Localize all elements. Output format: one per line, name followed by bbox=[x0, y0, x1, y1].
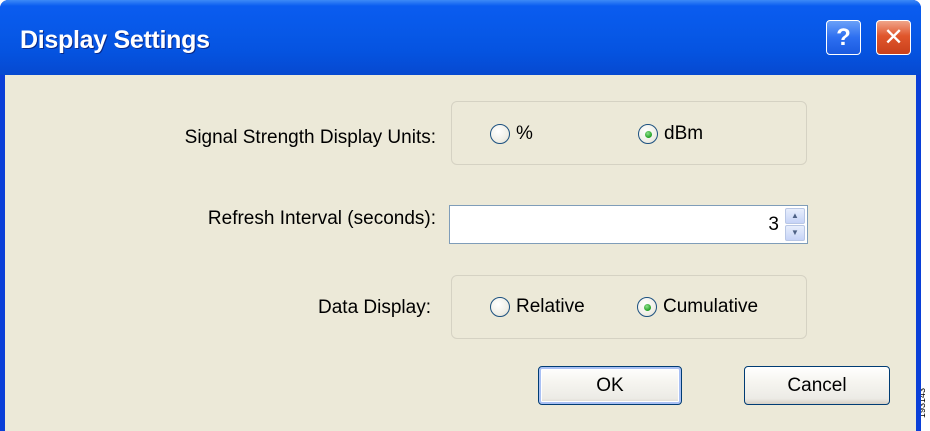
radio-relative[interactable]: Relative bbox=[490, 296, 585, 318]
ok-button[interactable]: OK bbox=[538, 366, 682, 405]
spin-buttons: ▲ ▼ bbox=[785, 208, 805, 241]
radio-relative-circle[interactable] bbox=[490, 297, 510, 317]
radio-relative-label: Relative bbox=[516, 296, 585, 317]
radio-dbm[interactable]: dBm bbox=[638, 123, 703, 145]
arrow-down-icon: ▼ bbox=[791, 228, 799, 237]
close-icon: ✕ bbox=[883, 24, 904, 51]
radio-dbm-label: dBm bbox=[664, 123, 704, 144]
figure-watermark: 193143 bbox=[921, 380, 930, 431]
radio-cumulative-label: Cumulative bbox=[663, 296, 759, 317]
radio-cumulative-circle[interactable] bbox=[637, 297, 657, 317]
cancel-button[interactable]: Cancel bbox=[744, 366, 890, 405]
radio-dbm-circle[interactable] bbox=[638, 124, 658, 144]
refresh-interval-spinbox[interactable]: ▲ ▼ bbox=[449, 205, 808, 244]
spin-up-button[interactable]: ▲ bbox=[785, 208, 805, 224]
spin-down-button[interactable]: ▼ bbox=[785, 225, 805, 241]
close-button[interactable]: ✕ bbox=[876, 20, 911, 55]
dialog-window: Display Settings ? ✕ Signal Strength Dis… bbox=[0, 0, 921, 431]
refresh-interval-label: Refresh Interval (seconds): bbox=[207, 208, 436, 229]
arrow-up-icon: ▲ bbox=[791, 211, 799, 220]
signal-strength-label: Signal Strength Display Units: bbox=[184, 127, 436, 148]
watermark-text: 193143 bbox=[921, 387, 928, 419]
data-display-label: Data Display: bbox=[318, 297, 431, 318]
radio-cumulative[interactable]: Cumulative bbox=[637, 296, 758, 318]
dialog-title: Display Settings bbox=[20, 26, 210, 54]
radio-percent-circle[interactable] bbox=[490, 124, 510, 144]
radio-percent[interactable]: % bbox=[490, 123, 533, 145]
refresh-interval-input[interactable] bbox=[450, 206, 783, 243]
help-button[interactable]: ? bbox=[826, 20, 861, 55]
help-icon: ? bbox=[836, 23, 851, 51]
title-bar[interactable]: Display Settings ? ✕ bbox=[0, 0, 921, 75]
radio-percent-label: % bbox=[516, 123, 533, 144]
